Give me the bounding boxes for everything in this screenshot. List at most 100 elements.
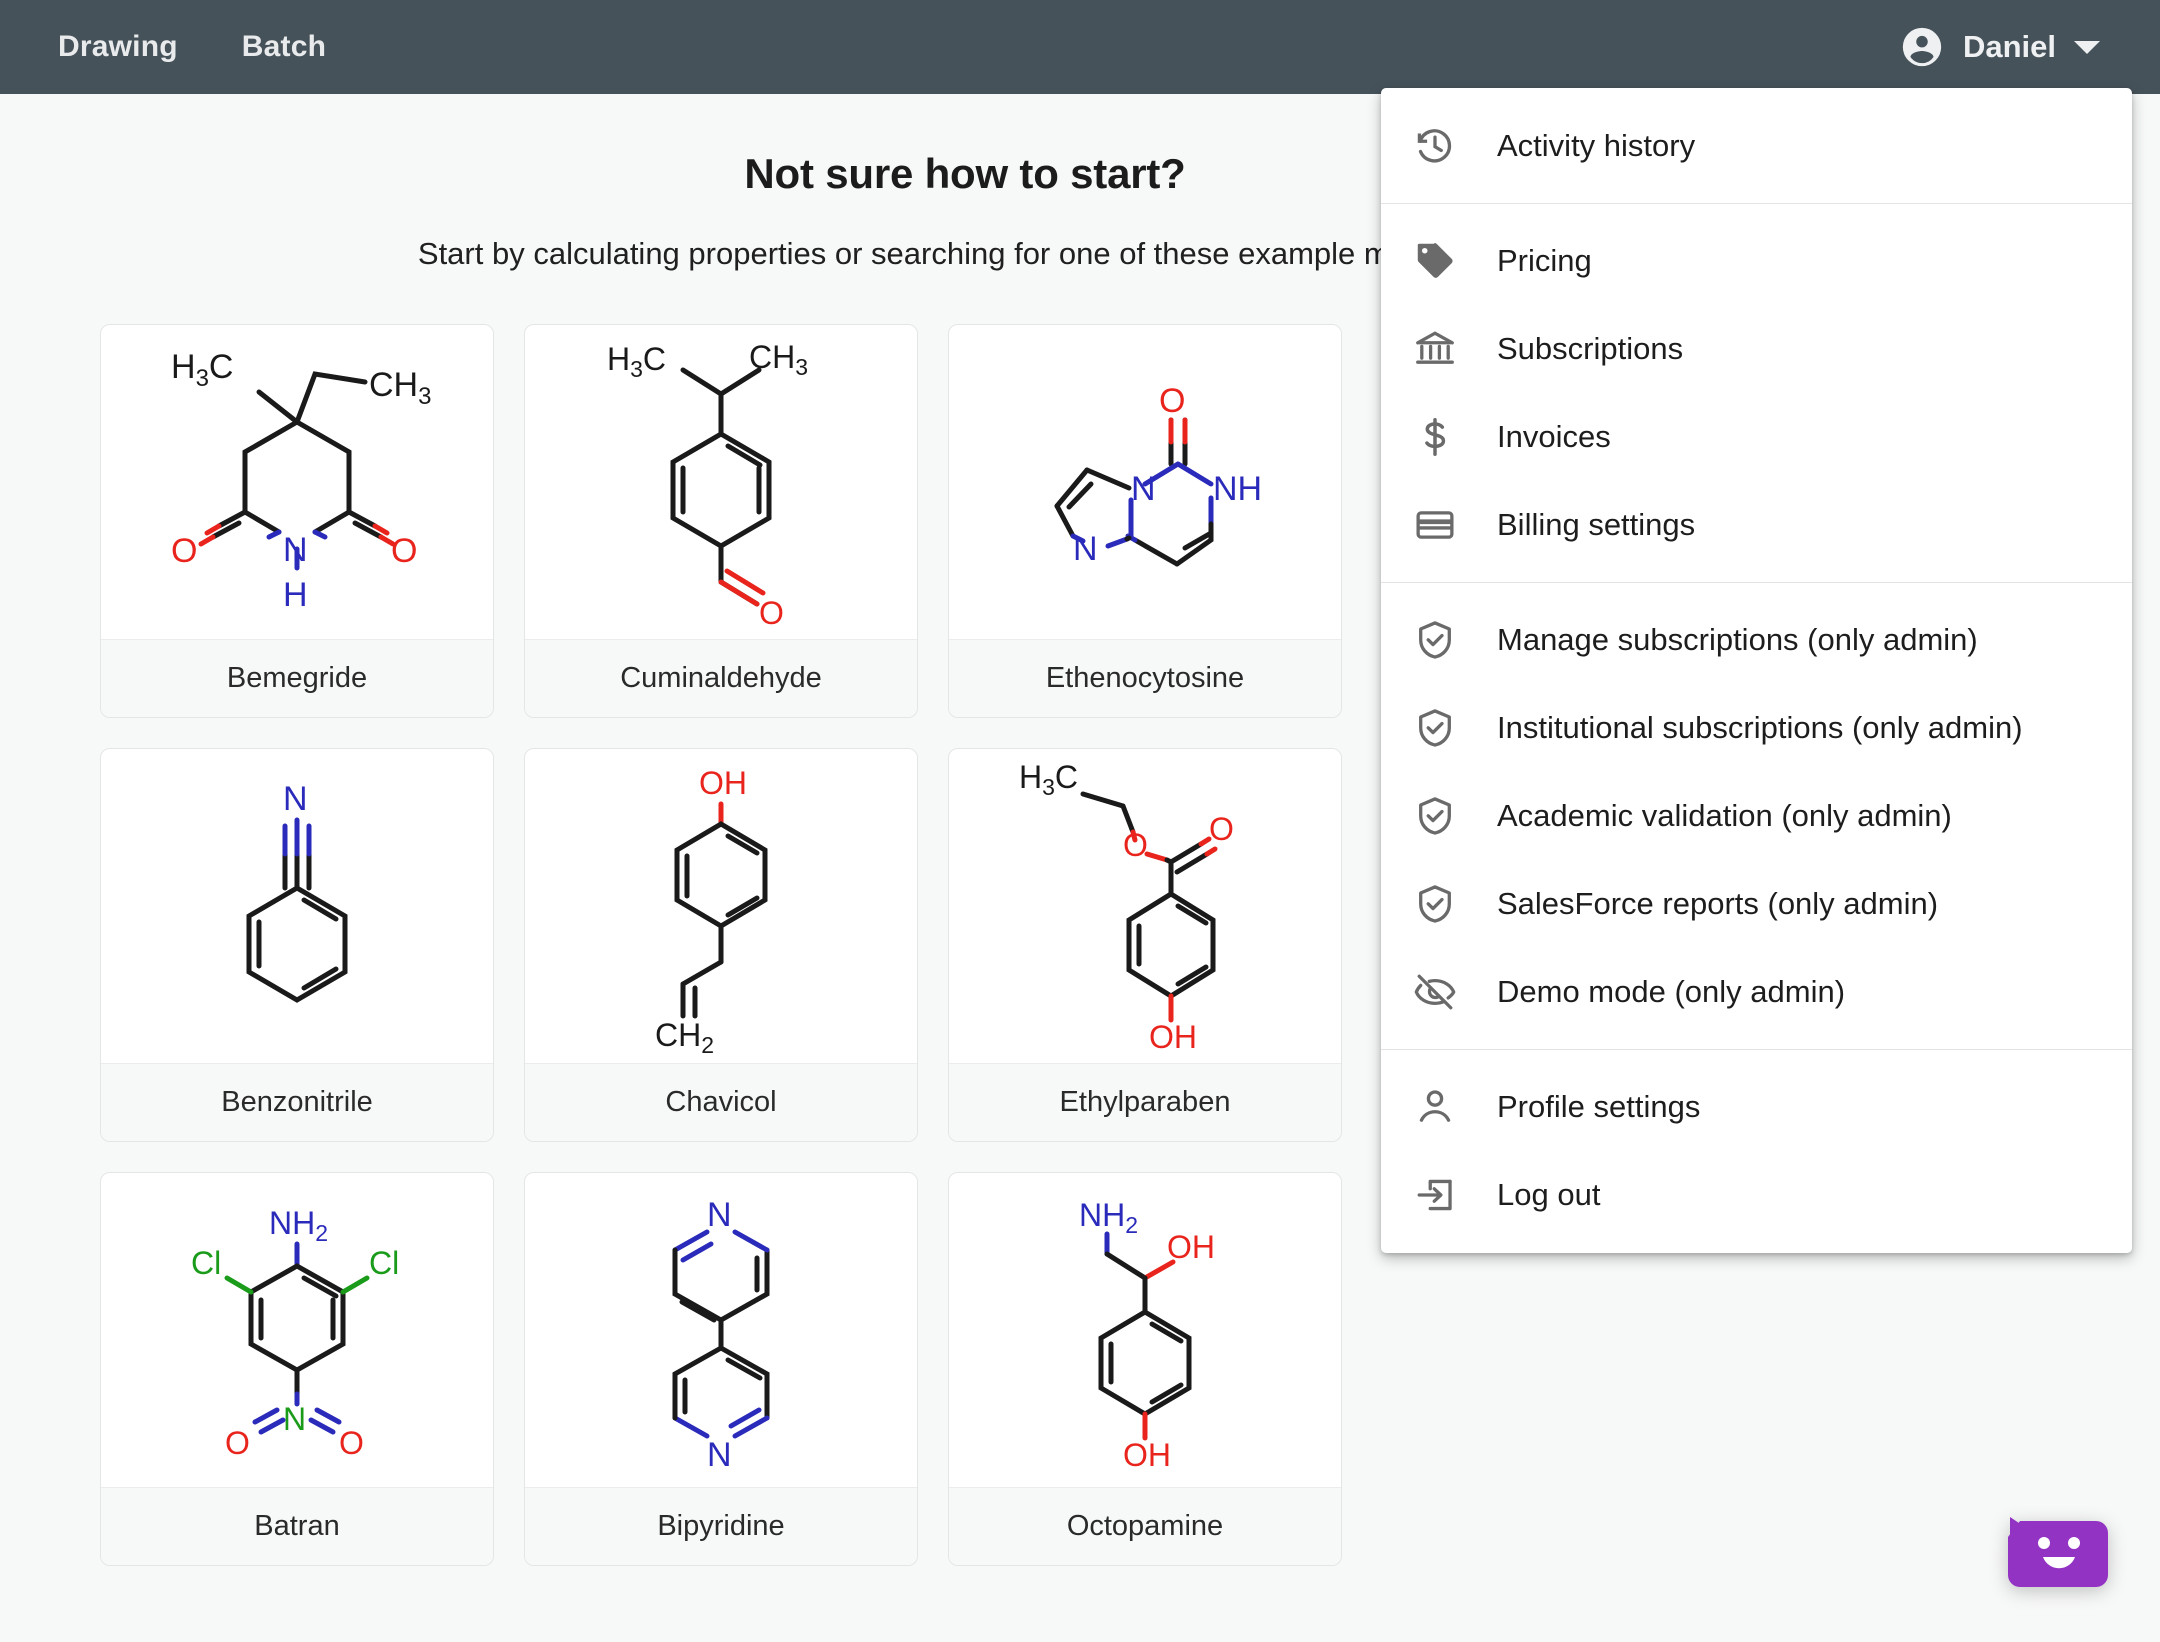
menu-item-pricing[interactable]: Pricing bbox=[1381, 217, 2132, 305]
molecule-structure-ethylparaben: H3C O O OH bbox=[949, 749, 1341, 1063]
menu-item-label: Activity history bbox=[1497, 128, 1696, 163]
svg-text:CH2: CH2 bbox=[655, 1017, 714, 1054]
svg-text:O: O bbox=[171, 532, 197, 570]
molecule-structure-chavicol: OH CH2 bbox=[525, 749, 917, 1063]
molecule-structure-ethenocytosine: O N NH N bbox=[949, 325, 1341, 639]
svg-text:OH: OH bbox=[1167, 1229, 1215, 1265]
svg-text:CH3: CH3 bbox=[749, 339, 808, 380]
svg-text:Cl: Cl bbox=[191, 1245, 221, 1281]
chat-smiley-icon bbox=[2006, 1517, 2110, 1601]
svg-text:H3C: H3C bbox=[607, 341, 666, 382]
shield-check-icon bbox=[1409, 878, 1461, 930]
credit-card-icon bbox=[1409, 499, 1461, 551]
molecule-name-label: Bemegride bbox=[101, 639, 493, 717]
tag-icon bbox=[1409, 235, 1461, 287]
svg-text:O: O bbox=[1123, 827, 1148, 863]
molecule-structure-benzonitrile: N bbox=[101, 749, 493, 1063]
svg-text:N: N bbox=[283, 780, 308, 818]
chat-widget-button[interactable] bbox=[2006, 1511, 2110, 1597]
svg-text:N: N bbox=[707, 1196, 732, 1234]
user-name-label: Daniel bbox=[1962, 29, 2056, 64]
menu-item-label: Billing settings bbox=[1497, 507, 1696, 542]
molecule-name-label: Bipyridine bbox=[525, 1487, 917, 1565]
svg-text:N: N bbox=[283, 531, 308, 569]
molecule-card-ethenocytosine[interactable]: O N NH N Ethenocytosine bbox=[948, 324, 1342, 718]
molecule-name-label: Ethylparaben bbox=[949, 1063, 1341, 1141]
svg-text:N: N bbox=[1131, 470, 1156, 508]
menu-item-invoices[interactable]: Invoices bbox=[1381, 393, 2132, 481]
menu-item-label: Profile settings bbox=[1497, 1089, 1701, 1124]
menu-item-log-out[interactable]: Log out bbox=[1381, 1151, 2132, 1239]
molecule-card-bipyridine[interactable]: N N Bipyridine bbox=[524, 1172, 918, 1566]
menu-item-label: Invoices bbox=[1497, 419, 1611, 454]
nav-links: Drawing Batch bbox=[26, 30, 358, 64]
svg-text:O: O bbox=[759, 595, 784, 630]
molecule-structure-octopamine: NH2 OH OH bbox=[949, 1173, 1341, 1487]
bank-icon bbox=[1409, 323, 1461, 375]
molecule-card-ethylparaben[interactable]: H3C O O OH Ethylparaben bbox=[948, 748, 1342, 1142]
molecule-name-label: Chavicol bbox=[525, 1063, 917, 1141]
molecule-card-chavicol[interactable]: OH CH2 Chavicol bbox=[524, 748, 918, 1142]
user-dropdown-menu: Activity history Pricing Subscriptions I… bbox=[1381, 88, 2132, 1253]
svg-text:O: O bbox=[339, 1425, 364, 1461]
menu-item-salesforce-reports[interactable]: SalesForce reports (only admin) bbox=[1381, 860, 2132, 948]
svg-text:OH: OH bbox=[699, 765, 747, 801]
menu-divider bbox=[1381, 203, 2132, 204]
eye-off-icon bbox=[1409, 966, 1461, 1018]
menu-item-label: Institutional subscriptions (only admin) bbox=[1497, 710, 2023, 745]
menu-item-demo-mode[interactable]: Demo mode (only admin) bbox=[1381, 948, 2132, 1036]
molecule-card-bemegride[interactable]: H3C CH3 N H O O Bemegride bbox=[100, 324, 494, 718]
nav-link-batch[interactable]: Batch bbox=[210, 30, 358, 64]
svg-text:H3C: H3C bbox=[171, 348, 233, 392]
chevron-down-icon bbox=[2074, 40, 2100, 54]
molecule-card-cuminaldehyde[interactable]: H3C CH3 O Cuminaldehyde bbox=[524, 324, 918, 718]
svg-text:NH: NH bbox=[1213, 470, 1262, 508]
svg-text:O: O bbox=[1159, 382, 1185, 420]
menu-item-label: Pricing bbox=[1497, 243, 1592, 278]
svg-text:H: H bbox=[283, 576, 308, 614]
nav-link-drawing[interactable]: Drawing bbox=[26, 30, 210, 64]
svg-text:N: N bbox=[707, 1436, 732, 1474]
user-menu-button[interactable]: Daniel bbox=[1899, 24, 2100, 70]
shield-check-icon bbox=[1409, 614, 1461, 666]
menu-item-manage-subscriptions[interactable]: Manage subscriptions (only admin) bbox=[1381, 596, 2132, 684]
app-root: Drawing Batch Daniel Not sure how to sta… bbox=[0, 0, 2160, 1642]
molecule-structure-bipyridine: N N bbox=[525, 1173, 917, 1487]
menu-item-label: Log out bbox=[1497, 1177, 1601, 1212]
menu-item-label: Academic validation (only admin) bbox=[1497, 798, 1952, 833]
svg-text:O: O bbox=[391, 532, 417, 570]
menu-divider bbox=[1381, 1049, 2132, 1050]
svg-text:Cl: Cl bbox=[369, 1245, 399, 1281]
account-circle-icon bbox=[1899, 24, 1945, 70]
molecule-name-label: Octopamine bbox=[949, 1487, 1341, 1565]
menu-item-institutional-subscriptions[interactable]: Institutional subscriptions (only admin) bbox=[1381, 684, 2132, 772]
shield-check-icon bbox=[1409, 702, 1461, 754]
svg-text:N: N bbox=[1073, 530, 1098, 568]
molecule-card-benzonitrile[interactable]: N Benzonitrile bbox=[100, 748, 494, 1142]
svg-text:NH2: NH2 bbox=[269, 1205, 328, 1246]
person-icon bbox=[1409, 1081, 1461, 1133]
top-navigation-bar: Drawing Batch Daniel bbox=[0, 0, 2160, 94]
svg-text:H3C: H3C bbox=[1019, 759, 1078, 800]
menu-item-subscriptions[interactable]: Subscriptions bbox=[1381, 305, 2132, 393]
dollar-icon bbox=[1409, 411, 1461, 463]
molecule-structure-bemegride: H3C CH3 N H O O bbox=[101, 325, 493, 639]
molecule-structure-cuminaldehyde: H3C CH3 O bbox=[525, 325, 917, 639]
history-icon bbox=[1409, 120, 1461, 172]
menu-item-academic-validation[interactable]: Academic validation (only admin) bbox=[1381, 772, 2132, 860]
menu-divider bbox=[1381, 582, 2132, 583]
molecule-name-label: Batran bbox=[101, 1487, 493, 1565]
svg-text:NH2: NH2 bbox=[1079, 1197, 1138, 1238]
molecule-structure-batran: NH2 Cl Cl N O O bbox=[101, 1173, 493, 1487]
molecule-card-octopamine[interactable]: NH2 OH OH Octopamine bbox=[948, 1172, 1342, 1566]
svg-text:N: N bbox=[283, 1401, 306, 1437]
menu-item-label: SalesForce reports (only admin) bbox=[1497, 886, 1939, 921]
svg-text:CH3: CH3 bbox=[369, 366, 431, 410]
menu-item-profile-settings[interactable]: Profile settings bbox=[1381, 1063, 2132, 1151]
logout-icon bbox=[1409, 1169, 1461, 1221]
molecule-card-batran[interactable]: NH2 Cl Cl N O O Batran bbox=[100, 1172, 494, 1566]
menu-item-activity-history[interactable]: Activity history bbox=[1381, 102, 2132, 190]
menu-item-billing-settings[interactable]: Billing settings bbox=[1381, 481, 2132, 569]
svg-text:O: O bbox=[1209, 811, 1234, 847]
molecule-name-label: Ethenocytosine bbox=[949, 639, 1341, 717]
